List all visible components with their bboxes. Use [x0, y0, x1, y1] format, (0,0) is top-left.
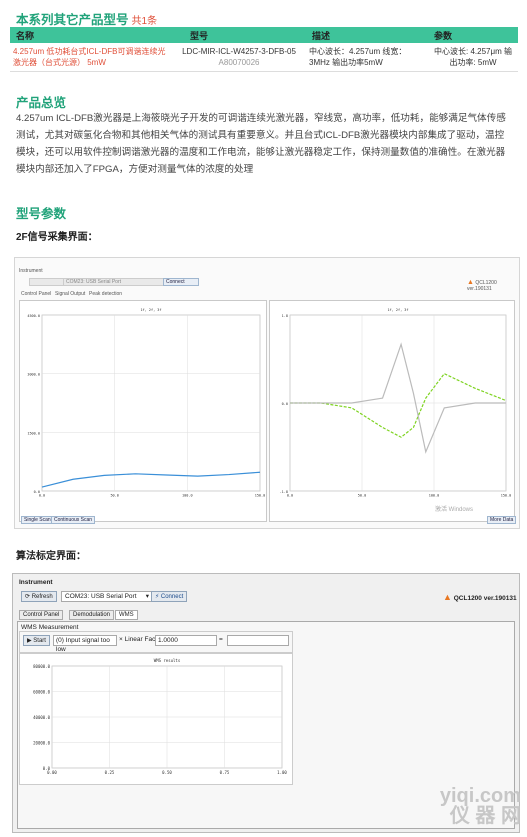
connect-button[interactable]: ⚡ Connect [151, 591, 188, 602]
overview-text: 4.257um ICL-DFB激光器是上海筱晓光子开发的可调谐连续光激光器，窄线… [16, 113, 506, 175]
y-tick-label: 4500.0 [27, 314, 40, 318]
more-data-button[interactable]: More Data [487, 516, 517, 524]
x-tick-label: 0.0 [287, 494, 293, 498]
port-select[interactable]: COM23: USB Serial Port ▾ [61, 591, 152, 602]
chevron-down-icon: ▾ [145, 593, 149, 600]
refresh-button[interactable] [29, 278, 65, 286]
warning-icon: ▲ [467, 279, 474, 286]
status-display: (0) Input signal too low [53, 635, 117, 653]
result-output [227, 635, 289, 646]
plot-area [41, 314, 261, 492]
product-name-link[interactable]: 4.257um 低功耗台式ICL-DFB可调谐连续光激光器（台式光源） 5mW [10, 43, 172, 72]
x-tick-label: 1.00 [277, 770, 287, 775]
equals-sign: = [219, 636, 223, 643]
y-tick-label: 40000.0 [33, 715, 50, 720]
right-signal-chart: 1f, 2f, 3f1.80.0-1.80.0 50.0 100.0 150.0 [280, 308, 512, 498]
x-tick-label: 0.50 [162, 770, 172, 775]
x-tick-label: 150.0 [501, 494, 512, 498]
y-tick-label: 20000.0 [33, 741, 50, 746]
wms-chart-panel: WMS results 80000.0 60000.0 40000.0 20000.0 0… [19, 653, 293, 785]
right-chart-panel: 1f, 2f, 3f 1.8 0.0 -1.8 0.0 50.0 100.0 150.0 [269, 300, 515, 522]
col-desc-header: 描述 [306, 27, 428, 43]
product-model-text: LDC-MIR-ICL-W4257-3-DFB-05 [182, 47, 296, 56]
tab-control-panel[interactable]: Control Panel [19, 610, 64, 620]
tab-demodulation[interactable]: Demodulation [69, 610, 115, 620]
fig2-caption: 算法标定界面： [16, 551, 86, 562]
col-name-header: 名称 [10, 27, 172, 43]
signal-screenshot: Instrument COM23: USB Serial Port Connec… [14, 257, 520, 529]
x-tick-label: 50.0 [358, 494, 366, 498]
chart-title: 1f, 2f, 3f [387, 308, 408, 312]
connect-button[interactable]: Connect [163, 278, 199, 286]
version-label: ▲ QCL1200 ver.190131 [443, 592, 517, 602]
tab-wms[interactable]: WMS [115, 610, 138, 620]
product-code: A80070026 [218, 58, 260, 67]
x-tick-label: 100.0 [429, 494, 440, 498]
tab-control-panel[interactable]: Control Panel [21, 291, 51, 297]
y-tick-label: 80000.0 [33, 664, 50, 669]
x-tick-label: 50.0 [110, 494, 118, 498]
y-tick-label: 3000.0 [27, 373, 40, 377]
x-tick-label: 0.0 [39, 494, 45, 498]
related-count: 共1条 [131, 16, 158, 27]
refresh-button[interactable]: ⟳ Refresh [21, 591, 57, 602]
instrument-group-label: Instrument [19, 579, 53, 586]
watermark-line2: 仪 器 网 [449, 805, 521, 827]
fig1-caption: 2F信号采集界面： [16, 232, 98, 243]
product-desc: 中心波长：4.257um 线宽：3MHz 输出功率5mW [306, 43, 428, 72]
chart-title: WMS results [154, 658, 181, 663]
watermark-line1: yiqi.com [439, 785, 521, 807]
y-tick-label: 60000.0 [33, 690, 50, 695]
warning-icon: ▲ [443, 592, 452, 602]
link-icon: ⚡ [155, 594, 160, 600]
linear-factor-input[interactable]: 1.0000 [155, 635, 217, 646]
wms-section-label: WMS Measurement [21, 624, 79, 631]
left-signal-chart: 1f, 2f, 3f4500.03000.01500.00.00.0 50.0 10… [27, 308, 266, 498]
col-model-header: 型号 [172, 27, 306, 43]
x-tick-label: 100.0 [182, 494, 193, 498]
y-tick-label: 1500.0 [27, 431, 40, 435]
version-label: ▲ QCL1200 ver.190131 [467, 279, 497, 292]
tab-peak-detection[interactable]: Peak detection [89, 291, 122, 297]
refresh-icon: ⟳ [25, 594, 31, 600]
x-tick-label: 150.0 [255, 494, 266, 498]
port-select[interactable]: COM23: USB Serial Port [63, 278, 165, 286]
chart-title: 1f, 2f, 3f [140, 308, 161, 312]
overview-title: 产品总览 [16, 96, 67, 110]
table-row[interactable]: 4.257um 低功耗台式ICL-DFB可调谐连续光激光器（台式光源） 5mW … [10, 43, 518, 72]
play-icon: ▶ [27, 638, 32, 644]
table-header-row: 名称 型号 描述 参数 [10, 27, 518, 43]
related-table: 名称 型号 描述 参数 4.257um 低功耗台式ICL-DFB可调谐连续光激光… [10, 27, 518, 72]
instrument-group-label: Instrument [19, 268, 43, 274]
x-tick-label: 0.75 [220, 770, 230, 775]
start-button[interactable]: ▶ Start [23, 635, 50, 646]
windows-activation-text: 激活 Windows [435, 507, 474, 513]
params-title: 型号参数 [16, 207, 67, 221]
left-chart-panel: 1f, 2f, 3f 4500.0 3000.0 1500.0 0.0 0.0 50.0 10… [19, 300, 267, 522]
continuous-scan-button[interactable]: Continuous Scan [51, 516, 96, 524]
col-params-header: 参数 [428, 27, 518, 43]
y-tick-label: 1.8 [282, 314, 288, 318]
y-tick-label: 0.0 [282, 402, 288, 406]
x-tick-label: 0.00 [47, 770, 57, 775]
product-params: 中心波长: 4.257μm 输出功率: 5mW [428, 43, 518, 72]
tab-signal-output[interactable]: Signal Output [55, 291, 85, 297]
site-watermark: yiqi.com 仪 器 网 [440, 786, 521, 826]
single-scan-button[interactable]: Single Scan [21, 516, 54, 524]
product-model: LDC-MIR-ICL-W4257-3-DFB-05 A80070026 [172, 43, 306, 72]
x-tick-label: 0.25 [105, 770, 115, 775]
related-title: 本系列其它产品型号 共1条 [16, 13, 158, 27]
wms-results-chart: WMS results 80000.0 60000.0 40000.0 20000.0 0… [33, 658, 287, 775]
